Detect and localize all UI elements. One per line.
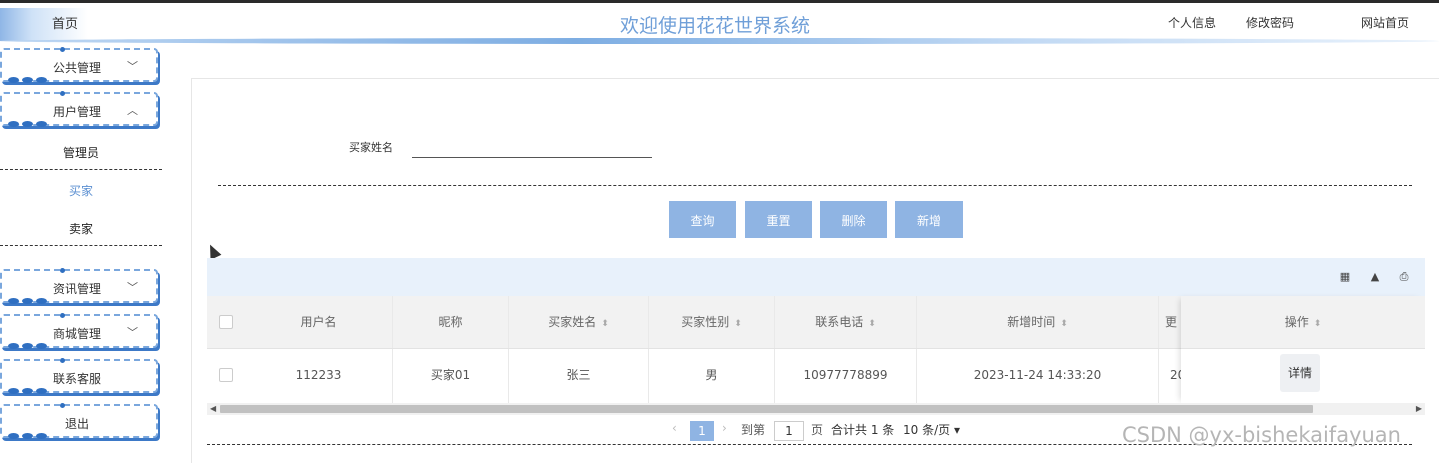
app-root: 首页 欢迎使用花花世界系统 个人信息 修改密码 网站首页 公共管理 ﹀ 用户管理…	[0, 0, 1439, 463]
column-header[interactable]: 买家性别 ⬍	[649, 296, 775, 348]
nav-site-home-link[interactable]: 网站首页	[1361, 14, 1409, 31]
menu-knob	[60, 268, 65, 273]
menu-contact-service[interactable]: 联系客服	[0, 358, 158, 396]
cell-username: 112233	[245, 349, 393, 403]
menu-dots-decoration	[8, 343, 48, 351]
menu-knob	[60, 47, 65, 52]
sort-icon: ⬍	[601, 319, 609, 329]
add-button[interactable]: 新增	[895, 201, 963, 238]
cell-buyer-gender: 男	[649, 349, 775, 403]
column-header[interactable]: 更	[1159, 296, 1181, 348]
table-toolbar: ▦ ▲ ⎙	[207, 258, 1425, 296]
column-header[interactable]: 昵称	[393, 296, 509, 348]
home-pill-bg	[0, 8, 160, 41]
scrollbar-thumb[interactable]	[220, 405, 1313, 413]
cell-truncated: 20	[1170, 368, 1181, 382]
home-link[interactable]: 首页	[52, 13, 78, 32]
cell-nickname: 买家01	[393, 349, 509, 403]
menu-dots-decoration	[8, 433, 48, 441]
menu-public-management[interactable]: 公共管理 ﹀	[0, 47, 158, 85]
select-all-checkbox[interactable]	[219, 315, 233, 329]
menu-knob	[60, 403, 65, 408]
cell-created-time: 2023-11-24 14:33:20	[917, 349, 1159, 403]
sort-icon: ⬍	[734, 319, 742, 329]
scroll-left-icon[interactable]: ◀	[210, 403, 216, 415]
next-page-button[interactable]: ›	[722, 421, 727, 441]
page-unit-label: 页	[811, 423, 824, 437]
menu-dots-decoration	[8, 388, 48, 396]
print-icon[interactable]: ⎙	[1397, 270, 1411, 284]
buyer-name-input[interactable]	[412, 137, 652, 158]
horizontal-scrollbar[interactable]: ◀ ▶	[207, 403, 1425, 415]
menu-dots-decoration	[8, 298, 48, 306]
menu-label: 联系客服	[52, 372, 101, 386]
sort-icon: ⬍	[1060, 319, 1068, 329]
export-icon[interactable]: ▲	[1368, 270, 1382, 284]
page-size-select[interactable]: 10 条/页 ▾	[903, 421, 969, 441]
scroll-right-icon[interactable]: ▶	[1416, 403, 1422, 415]
buyer-name-label: 买家姓名	[349, 141, 393, 154]
menu-shop-management[interactable]: 商城管理 ﹀	[0, 313, 158, 351]
chevron-up-icon: ︿	[127, 104, 138, 117]
chevron-down-icon: ▾	[953, 423, 960, 437]
watermark: CSDN @yx-bishekaifayuan	[1122, 423, 1401, 447]
menu-label: 退出	[64, 417, 89, 431]
header: 首页 欢迎使用花花世界系统 个人信息 修改密码 网站首页	[0, 0, 1439, 44]
delete-button[interactable]: 删除	[820, 201, 887, 238]
total-count: 合计共 1 条	[831, 423, 895, 437]
menu-logout[interactable]: 退出	[0, 403, 158, 441]
page-number-current[interactable]: 1	[690, 421, 714, 441]
goto-label: 到第	[741, 423, 766, 437]
columns-icon[interactable]: ▦	[1338, 270, 1352, 284]
sidebar-item-admin[interactable]: 管理员	[0, 134, 162, 170]
menu-knob	[60, 91, 65, 96]
column-header[interactable]: 用户名	[245, 296, 393, 348]
chevron-down-icon: ﹀	[127, 326, 138, 339]
row-checkbox[interactable]	[219, 368, 233, 382]
prev-page-button[interactable]: ‹	[672, 421, 677, 441]
chevron-down-icon: ﹀	[127, 281, 138, 294]
top-border	[0, 0, 1439, 3]
site-title: 欢迎使用花花世界系统	[620, 15, 811, 37]
menu-dots-decoration	[8, 121, 48, 129]
cell-phone: 10977778899	[775, 349, 917, 403]
nav-change-password-link[interactable]: 修改密码	[1246, 14, 1294, 31]
nav-profile-link[interactable]: 个人信息	[1168, 14, 1216, 31]
sidebar: 公共管理 ﹀ 用户管理 ︿ 管理员 买家 卖家 资讯管理 ﹀ 商城管理 ﹀ 联系…	[0, 44, 162, 463]
menu-knob	[60, 358, 65, 363]
query-button[interactable]: 查询	[669, 201, 736, 238]
sidebar-item-seller[interactable]: 卖家	[0, 210, 162, 246]
chevron-down-icon: ﹀	[127, 60, 138, 73]
fixed-actions-column-shadow	[1181, 296, 1425, 403]
filter-divider	[218, 185, 1412, 186]
goto-page-input[interactable]: 1	[774, 421, 804, 441]
sort-icon: ⬍	[868, 319, 876, 329]
column-header[interactable]: 买家姓名 ⬍	[509, 296, 649, 348]
menu-knob	[60, 313, 65, 318]
menu-news-management[interactable]: 资讯管理 ﹀	[0, 268, 158, 306]
menu-dots-decoration	[8, 77, 48, 85]
cell-buyer-name: 张三	[509, 349, 649, 403]
column-header[interactable]: 联系电话 ⬍	[775, 296, 917, 348]
header-wave-decoration	[0, 38, 1439, 44]
column-header[interactable]: 新增时间 ⬍	[917, 296, 1159, 348]
sidebar-item-buyer[interactable]: 买家	[0, 172, 162, 208]
reset-button[interactable]: 重置	[745, 201, 812, 238]
menu-user-management[interactable]: 用户管理 ︿	[0, 91, 158, 129]
